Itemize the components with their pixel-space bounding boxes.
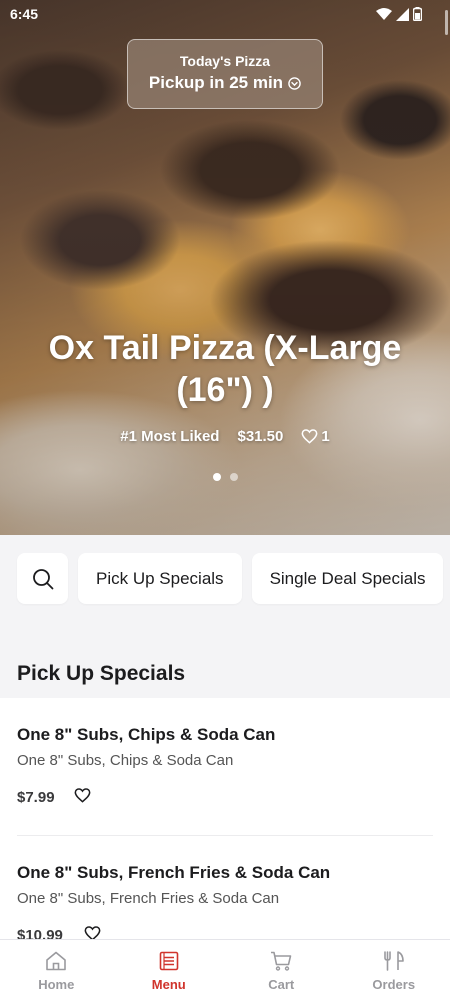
nav-home-label: Home xyxy=(38,977,75,992)
nav-orders-label: Orders xyxy=(372,977,416,992)
carousel-indicator xyxy=(0,473,450,481)
category-chips: Pick Up Specials Single Deal Specials xyxy=(17,553,444,604)
heart-icon xyxy=(301,429,318,444)
nav-cart-label: Cart xyxy=(268,977,295,992)
featured-price: $31.50 xyxy=(237,428,284,445)
nav-menu-label: Menu xyxy=(151,977,186,992)
like-button[interactable]: 1 xyxy=(301,428,330,445)
scroll-indicator xyxy=(445,10,448,35)
signal-icon xyxy=(396,7,409,21)
status-time: 6:45 xyxy=(10,6,39,22)
carousel-dot-2[interactable] xyxy=(229,473,238,481)
category-chip-pick-up-specials[interactable]: Pick Up Specials xyxy=(78,553,242,604)
item-name: One 8" Subs, French Fries & Soda Can xyxy=(17,863,331,882)
category-chip-single-deal-specials[interactable]: Single Deal Specials xyxy=(251,553,444,604)
cart-icon xyxy=(271,951,292,971)
bottom-navigation: Home Menu Cart Orders xyxy=(0,939,450,1000)
carousel-dot-1[interactable] xyxy=(212,473,221,481)
nav-orders[interactable]: Orders xyxy=(338,940,450,1000)
list-item[interactable]: One 8" Subs, Chips & Soda Can One 8" Sub… xyxy=(0,698,450,835)
chevron-down-circle-icon xyxy=(288,76,301,90)
nav-cart[interactable]: Cart xyxy=(225,940,338,1000)
featured-product-meta: #1 Most Liked $31.50 1 xyxy=(0,428,450,445)
featured-product-title[interactable]: Ox Tail Pizza (X-Large (16") ) xyxy=(20,327,430,411)
heart-icon[interactable] xyxy=(84,926,101,940)
item-description: One 8" Subs, French Fries & Soda Can xyxy=(17,890,280,907)
item-name: One 8" Subs, Chips & Soda Can xyxy=(17,725,276,744)
nav-home[interactable]: Home xyxy=(0,940,113,1000)
list-item[interactable]: One 8" Subs, French Fries & Soda Can One… xyxy=(0,836,450,940)
item-price: $7.99 xyxy=(17,789,55,806)
home-icon xyxy=(46,951,67,971)
item-description: One 8" Subs, Chips & Soda Can xyxy=(17,752,234,769)
nav-menu[interactable]: Menu xyxy=(113,940,226,1000)
pickup-title: Today's Pizza xyxy=(179,53,271,69)
menu-item-list: One 8" Subs, Chips & Soda Can One 8" Sub… xyxy=(0,698,450,940)
status-icons xyxy=(376,7,422,21)
wifi-icon xyxy=(376,7,392,20)
orders-icon xyxy=(383,951,404,971)
pickup-subtitle: Pickup in 25 min xyxy=(148,73,284,92)
menu-icon xyxy=(159,951,179,971)
heart-icon[interactable] xyxy=(74,788,91,803)
battery-icon xyxy=(413,7,422,21)
like-count: 1 xyxy=(321,428,330,445)
section-title: Pick Up Specials xyxy=(17,662,186,685)
search-icon xyxy=(32,568,53,589)
search-button[interactable] xyxy=(17,553,68,604)
pickup-time-selector[interactable]: Today's Pizza Pickup in 25 min xyxy=(127,39,323,109)
rank-label: #1 Most Liked xyxy=(120,428,220,445)
status-bar: 6:45 xyxy=(0,0,450,28)
